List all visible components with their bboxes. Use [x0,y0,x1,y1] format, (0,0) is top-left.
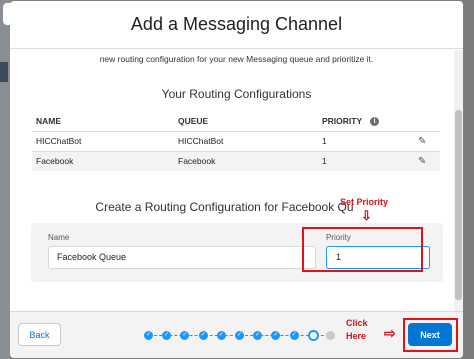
progress-step-complete: ✓ [253,331,263,340]
backdrop-tab [0,62,8,82]
scrollbar[interactable] [454,50,463,311]
column-header-actions [414,111,440,131]
priority-header-label: PRIORITY [322,115,363,126]
scrollbar-thumb[interactable] [455,110,462,300]
cell-queue: Facebook [174,150,318,171]
priority-highlight-box [302,227,423,272]
cell-queue: HICChatBot [174,130,318,151]
routing-configurations-table: NAME QUEUE PRIORITY i HICChatBot HICChatB… [32,111,440,171]
progress-step-current [307,330,319,341]
progress-step-complete: ✓ [271,331,281,340]
arrow-down-icon: ⇩ [361,208,372,223]
progress-step-complete: ✓ [216,331,226,340]
name-input[interactable]: Facebook Queue [48,246,316,269]
backdrop-right [464,0,474,359]
cell-name: Facebook [32,150,174,171]
pencil-icon[interactable]: ✎ [418,156,426,167]
intro-text: new routing configuration for your new M… [99,54,374,64]
backdrop-left [0,0,10,359]
cell-name: HICChatBot [32,130,174,151]
progress-indicator: ✓ ✓ ✓ ✓ ✓ ✓ ✓ ✓ ✓ [144,330,335,341]
progress-step-complete: ✓ [235,331,244,340]
messaging-channel-modal: Add a Messaging Channel new routing conf… [10,1,463,358]
back-button[interactable]: Back [18,323,61,346]
set-priority-annotation: Set Priority [340,197,389,207]
info-icon[interactable]: i [370,116,380,126]
progress-step-complete: ✓ [180,331,190,340]
modal-footer: Back ✓ ✓ ✓ ✓ ✓ ✓ ✓ ✓ ✓ Click Here ⇨ Next [10,311,463,358]
column-header-priority: PRIORITY i [318,111,414,131]
column-header-queue: QUEUE [178,115,209,126]
progress-step-complete: ✓ [198,331,208,340]
cell-priority: 1 [318,130,414,151]
progress-step-complete: ✓ [162,331,172,340]
click-here-annotation-line1: Click [346,318,368,328]
table-row: HICChatBot HICChatBot 1 ✎ [32,130,440,151]
progress-step-complete: ✓ [144,331,153,340]
pencil-icon[interactable]: ✎ [418,136,426,147]
modal-title: Add a Messaging Channel [130,14,343,34]
arrow-right-icon: ⇨ [384,325,396,341]
modal-header: Add a Messaging Channel [10,1,463,49]
click-here-annotation-line2: Here [346,331,367,341]
modal-body[interactable]: new routing configuration for your new M… [10,50,463,311]
progress-step-complete: ✓ [289,331,299,340]
column-header-name: NAME [36,115,62,126]
table-row: Facebook Facebook 1 ✎ [32,150,440,171]
cell-priority: 1 [318,150,414,171]
name-label: Name [48,233,70,242]
progress-step-upcoming [326,331,335,340]
routing-configurations-title: Your Routing Configurations [161,87,312,101]
next-button[interactable]: Next [408,323,452,346]
